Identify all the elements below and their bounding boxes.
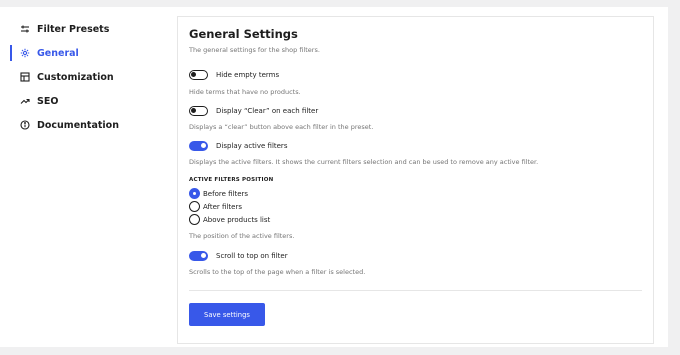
radio-option-before-filters[interactable]: Before filters: [189, 188, 248, 199]
scroll-to-top-row: Scroll to top on filter: [189, 251, 288, 261]
radio-label: Before filters: [203, 189, 249, 198]
display-clear-label: Display “Clear” on each filter: [216, 107, 319, 115]
radio-button[interactable]: [189, 201, 200, 212]
sidebar-item-seo[interactable]: SEO: [10, 89, 160, 113]
settings-panel: Filter Presets General Customization SEO…: [0, 7, 668, 347]
radio-button[interactable]: [189, 188, 200, 199]
scroll-to-top-help: Scrolls to the top of the page when a fi…: [189, 268, 366, 276]
display-active-filters-help: Displays the active filters. It shows th…: [189, 158, 539, 166]
sliders-icon: [20, 24, 30, 34]
display-active-filters-label: Display active filters: [216, 142, 288, 150]
hide-empty-terms-label: Hide empty terms: [216, 71, 280, 79]
hide-empty-terms-row: Hide empty terms: [189, 70, 279, 80]
save-settings-button[interactable]: Save settings: [189, 303, 265, 326]
hide-empty-terms-help: Hide terms that have no products.: [189, 88, 301, 96]
display-clear-help: Displays a “clear” button above each fil…: [189, 123, 374, 131]
sidebar-item-label: Documentation: [37, 119, 119, 131]
radio-option-after-filters[interactable]: After filters: [189, 201, 242, 212]
radio-label: After filters: [203, 202, 242, 211]
active-filters-position-help: The position of the active filters.: [189, 232, 295, 240]
sidebar-item-documentation[interactable]: Documentation: [10, 113, 160, 137]
hide-empty-terms-toggle[interactable]: [189, 70, 208, 80]
sidebar-item-label: SEO: [37, 95, 59, 107]
trending-icon: [20, 96, 30, 106]
display-active-filters-row: Display active filters: [189, 141, 287, 151]
sidebar-item-filter-presets[interactable]: Filter Presets: [10, 17, 160, 41]
gear-icon: [20, 48, 30, 58]
sidebar-item-label: Customization: [37, 71, 114, 83]
sidebar-item-label: General: [37, 47, 79, 59]
general-settings-card: General Settings The general settings fo…: [177, 16, 654, 344]
page-title: General Settings: [189, 27, 298, 41]
radio-label: Above products list: [203, 215, 271, 224]
radio-option-above-products-list[interactable]: Above products list: [189, 214, 270, 225]
active-filters-position-heading: ACTIVE FILTERS POSITION: [189, 177, 274, 183]
layout-icon: [20, 72, 30, 82]
display-clear-toggle[interactable]: [189, 106, 208, 116]
radio-button[interactable]: [189, 214, 200, 225]
scroll-to-top-toggle[interactable]: [189, 251, 208, 261]
page-subtitle: The general settings for the shop filter…: [189, 46, 320, 54]
display-active-filters-toggle[interactable]: [189, 141, 208, 151]
sidebar-item-general[interactable]: General: [10, 41, 160, 65]
display-clear-row: Display “Clear” on each filter: [189, 106, 318, 116]
sidebar-item-label: Filter Presets: [37, 23, 110, 35]
scroll-to-top-label: Scroll to top on filter: [216, 252, 288, 260]
sidebar: Filter Presets General Customization SEO…: [10, 17, 160, 137]
sidebar-item-customization[interactable]: Customization: [10, 65, 160, 89]
info-icon: [20, 120, 30, 130]
divider: [189, 290, 642, 291]
